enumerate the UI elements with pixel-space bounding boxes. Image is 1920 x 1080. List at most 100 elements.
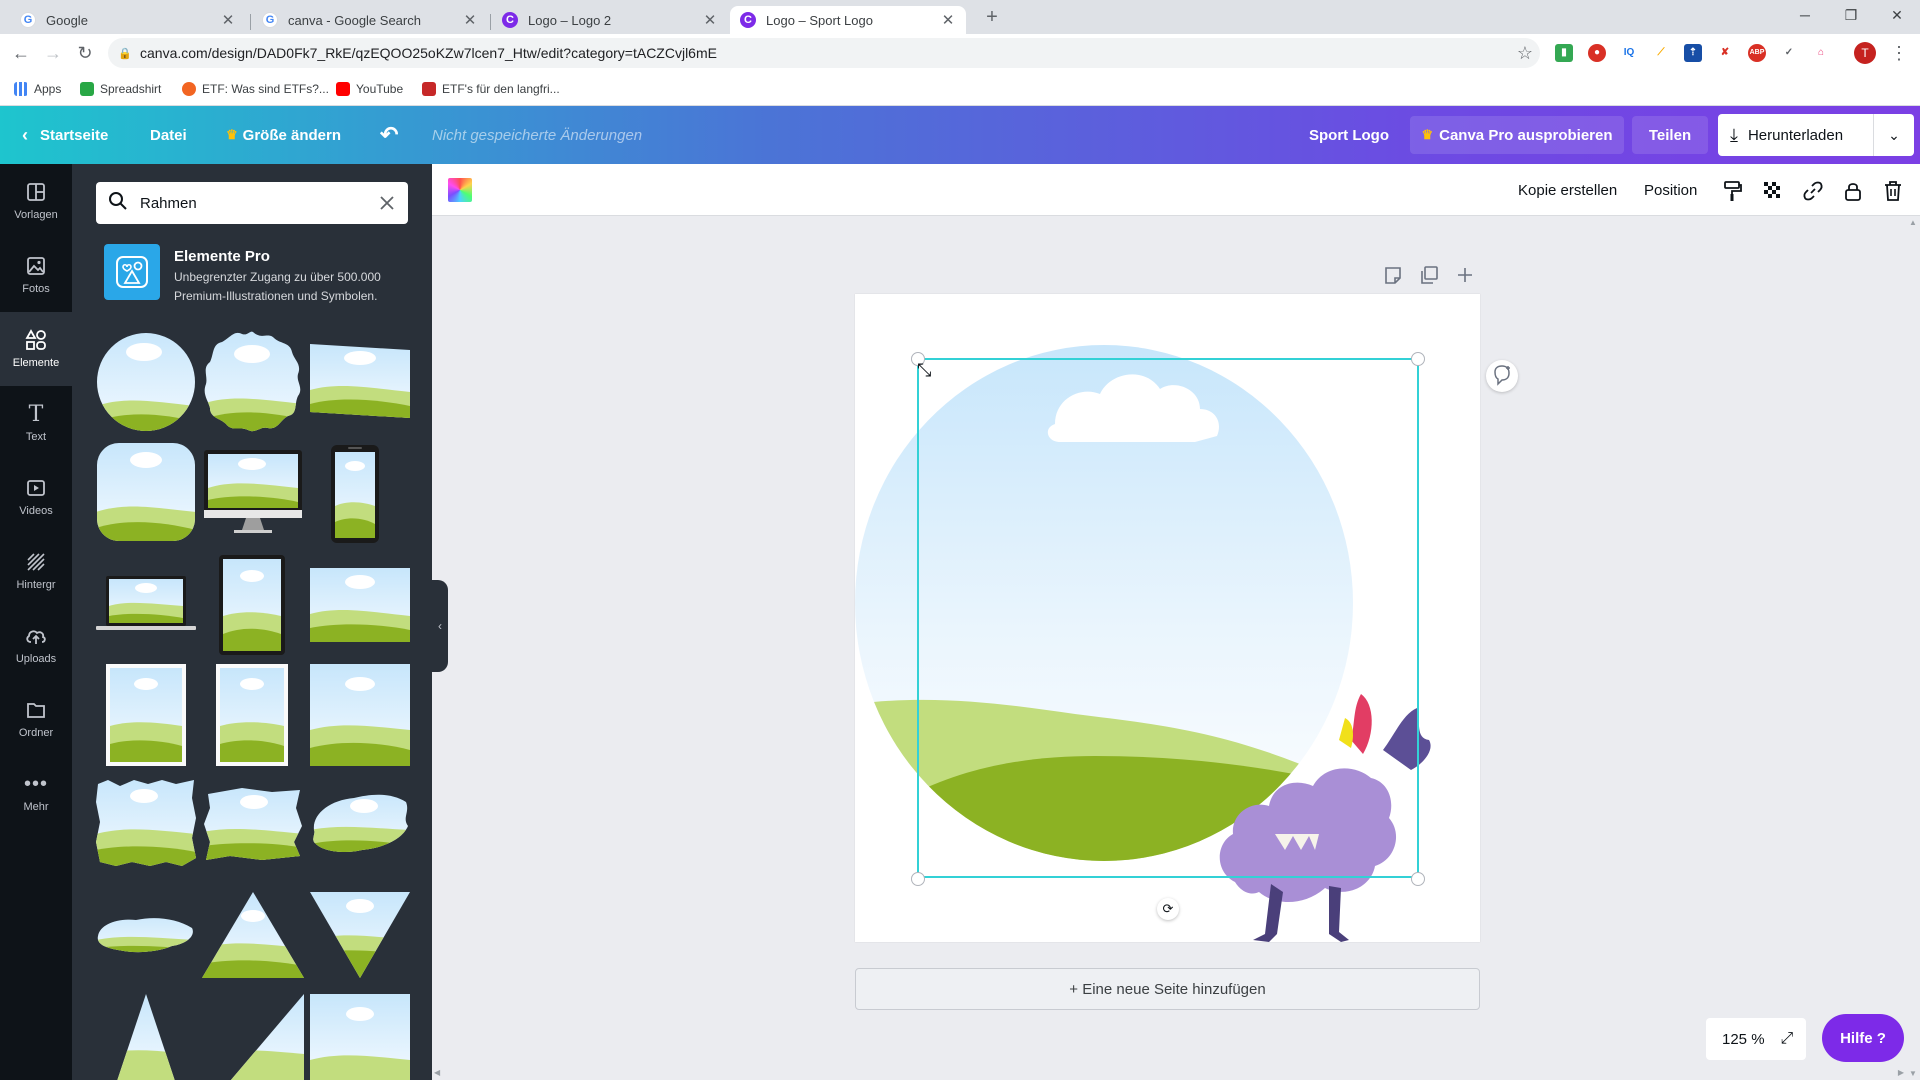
rail-item-text[interactable]: T Text [0,386,72,460]
frame-brush-splash[interactable] [310,790,410,858]
close-icon[interactable]: ✕ [462,11,478,29]
reload-button[interactable]: ↻ [74,42,96,64]
transparency-icon[interactable] [1762,180,1784,202]
frame-right-triangle[interactable] [202,994,304,1080]
bookmark-youtube[interactable]: YouTube [336,80,403,98]
scroll-left-arrow-icon[interactable]: ◀ [434,1068,440,1077]
share-button[interactable]: Teilen [1632,116,1708,154]
undo-icon[interactable]: ↶ [380,106,398,164]
rail-item-templates[interactable]: Vorlagen [0,164,72,238]
bookmark-etf-long[interactable]: ETF's für den langfri... [422,80,560,98]
frame-tall-triangle[interactable] [106,994,186,1080]
download-main[interactable]: ⤓ Herunterladen [1718,114,1874,156]
home-link[interactable]: ‹ Startseite [22,106,108,164]
duplicate-page-icon[interactable] [1418,264,1440,291]
bookmark-star-icon[interactable]: ☆ [1514,42,1536,64]
resize-handle-bottom-right[interactable] [1411,872,1425,886]
clear-search-icon[interactable] [376,192,398,214]
frame-square[interactable] [310,664,410,766]
scroll-right-arrow-icon[interactable]: ▶ [1898,1068,1904,1077]
back-button[interactable]: ← [10,42,32,64]
adblock-icon[interactable]: ABP [1748,44,1766,62]
frame-square-2[interactable] [310,994,410,1080]
extension-icon[interactable]: ▮ [1555,44,1573,62]
add-page-icon[interactable] [1454,264,1476,291]
profile-avatar[interactable]: T [1854,42,1876,64]
scroll-up-arrow-icon[interactable]: ▲ [1909,218,1917,227]
vertical-scrollbar[interactable]: ▲ ▼ [1906,216,1920,1080]
extension-icon[interactable]: ✓ [1780,44,1798,62]
help-button[interactable]: Hilfe ? [1822,1014,1904,1062]
collapse-panel-button[interactable]: ‹ [432,580,448,672]
frame-circle[interactable] [96,330,196,434]
forward-button[interactable]: → [42,42,64,64]
frame-inverted-triangle[interactable] [310,892,410,978]
zoom-level[interactable]: 125 % [1722,1031,1765,1048]
frame-smartphone[interactable] [330,444,380,544]
selection-box[interactable] [917,358,1419,878]
design-title[interactable]: Sport Logo [1309,106,1389,164]
address-bar[interactable]: 🔒 canva.com/design/DAD0Fk7_RkE/qzEQOO25o… [108,38,1540,68]
element-search-box[interactable] [96,182,408,224]
rail-item-elements[interactable]: Elemente [0,312,72,386]
restore-button[interactable]: ❐ [1828,2,1874,28]
browser-tab-sport-logo[interactable]: C Logo – Sport Logo ✕ [730,6,966,34]
frame-desktop-monitor[interactable] [202,448,304,536]
page-notes-icon[interactable] [1382,264,1404,291]
bookmark-apps[interactable]: Apps [14,80,61,98]
frame-rounded-square[interactable] [96,442,196,542]
add-new-page-button[interactable]: + Eine neue Seite hinzufügen [855,968,1480,1010]
frame-laptop[interactable] [96,574,196,634]
rail-item-uploads[interactable]: Uploads [0,608,72,682]
zoom-control[interactable]: 125 % ⤢ [1706,1018,1806,1060]
position-button[interactable]: Position [1644,164,1697,216]
frame-ink-splash[interactable] [96,910,196,960]
duplicate-button[interactable]: Kopie erstellen [1518,164,1617,216]
minimize-button[interactable]: ─ [1782,2,1828,28]
extension-icon[interactable]: ⌂ [1812,44,1830,62]
rail-item-background[interactable]: Hintergr [0,534,72,608]
link-icon[interactable] [1802,180,1824,202]
fullscreen-icon[interactable]: ⤢ [1781,1030,1794,1048]
bookmark-etf[interactable]: ETF: Was sind ETFs?... [182,80,329,98]
horizontal-scrollbar[interactable]: ◀ ▶ [432,1066,1906,1080]
resize-handle-bottom-left[interactable] [911,872,925,886]
menu-dots-icon[interactable]: ⋮ [1888,42,1910,64]
frame-torn-edge[interactable] [96,778,196,868]
elements-pro-promo[interactable]: Elemente Pro Unbegrenzter Zugang zu über… [104,244,404,308]
extension-iq-icon[interactable]: IQ [1620,44,1638,62]
close-window-button[interactable]: ✕ [1874,2,1920,28]
rotate-handle-icon[interactable]: ⟳ [1157,898,1179,920]
browser-tab-logo-2[interactable]: C Logo – Logo 2 ✕ [492,6,728,34]
close-icon[interactable]: ✕ [220,11,236,29]
close-icon[interactable]: ✕ [940,11,956,29]
frame-triangle[interactable] [202,892,304,978]
frame-wide-rectangle[interactable] [310,568,410,642]
try-pro-button[interactable]: ♛ Canva Pro ausprobieren [1410,116,1624,154]
resize-handle-top-right[interactable] [1411,352,1425,366]
browser-tab-canva-search[interactable]: G canva - Google Search ✕ [252,6,488,34]
add-comment-button[interactable] [1486,360,1518,392]
frame-polaroid-portrait[interactable] [216,664,288,766]
rail-item-more[interactable]: ••• Mehr [0,756,72,830]
lock-icon[interactable] [1842,180,1864,202]
trash-icon[interactable] [1882,180,1904,202]
color-picker-swatch[interactable] [448,178,472,202]
extension-icon[interactable]: ✘ [1716,44,1734,62]
file-menu[interactable]: Datei [150,106,187,164]
design-page[interactable]: ⤡ ⟳ [855,294,1480,942]
download-button[interactable]: ⤓ Herunterladen ⌄ [1718,114,1914,156]
bookmark-spreadshirt[interactable]: Spreadshirt [80,80,161,98]
frame-scalloped[interactable] [202,330,304,434]
chevron-down-icon[interactable]: ⌄ [1874,127,1914,144]
new-tab-button[interactable]: + [978,6,1006,30]
extension-icon[interactable]: ⟋ [1652,44,1670,62]
extension-icon[interactable]: ⇡ [1684,44,1702,62]
search-input[interactable] [140,194,360,212]
scroll-down-arrow-icon[interactable]: ▼ [1909,1069,1917,1078]
resize-button[interactable]: ♛ Größe ändern [226,106,341,164]
browser-tab-google[interactable]: G Google ✕ [10,6,246,34]
rail-item-videos[interactable]: Videos [0,460,72,534]
frame-tablet[interactable] [218,554,286,656]
extension-icon[interactable]: ● [1588,44,1606,62]
